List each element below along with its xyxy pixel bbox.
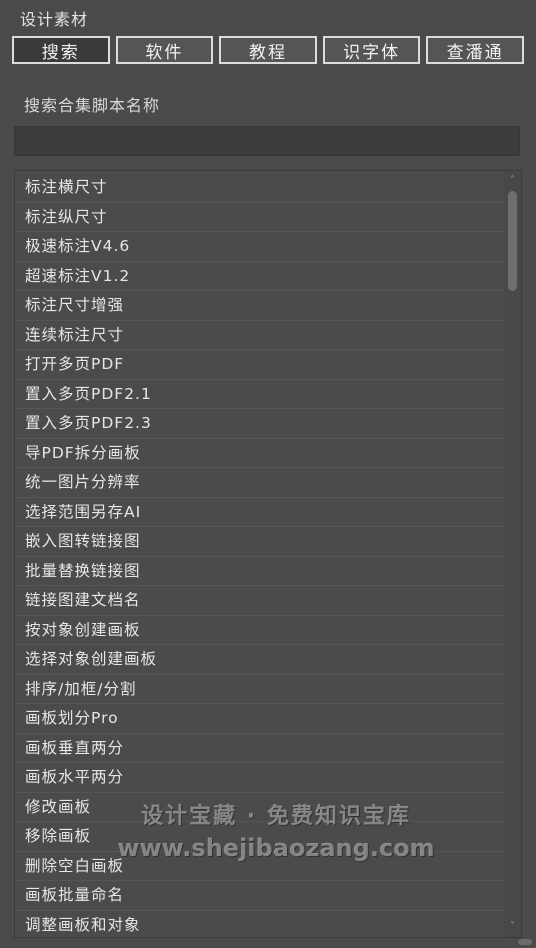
list-item[interactable]: 打开多页PDF [15, 350, 505, 380]
list-item[interactable]: 按对象创建画板 [15, 616, 505, 645]
list-item[interactable]: 选择范围另存AI [15, 498, 505, 527]
tab-identify-font[interactable]: 识字体 [322, 36, 421, 64]
resize-grip[interactable] [518, 939, 532, 945]
list-item[interactable]: 链接图建文档名 [15, 586, 505, 616]
list-item[interactable]: 统一图片分辨率 [15, 468, 505, 498]
list-item[interactable]: 标注横尺寸 [15, 173, 505, 203]
scroll-thumb[interactable] [508, 191, 517, 291]
list-item[interactable]: 移除画板 [15, 822, 505, 852]
list-item[interactable]: 极速标注V4.6 [15, 232, 505, 262]
list-item[interactable]: 修改画板 [15, 793, 505, 822]
script-list[interactable]: 标注横尺寸 标注纵尺寸 极速标注V4.6 超速标注V1.2 标注尺寸增强 连续标注尺寸 打开… [14, 170, 522, 938]
tab-search[interactable]: 搜索 [12, 36, 110, 64]
section-title: 设计素材 [20, 10, 89, 29]
list-item[interactable]: 删除空白画板 [15, 852, 505, 881]
script-panel: 设计素材 搜索 软件 教程 识字体 查潘通 搜索合集脚本名称 标注横尺寸 标注纵尺… [0, 0, 536, 948]
list-item[interactable]: 调整画板和对象 [15, 911, 505, 938]
list-item[interactable]: 批量替换链接图 [15, 557, 505, 586]
list-item[interactable]: 画板垂直两分 [15, 734, 505, 763]
tab-tutorial[interactable]: 教程 [219, 36, 317, 64]
list-item[interactable]: 连续标注尺寸 [15, 321, 505, 350]
list-item[interactable]: 置入多页PDF2.1 [15, 380, 505, 409]
list-item[interactable]: 选择对象创建画板 [15, 645, 505, 675]
list-item[interactable]: 超速标注V1.2 [15, 262, 505, 291]
list-item[interactable]: 画板划分Pro [15, 704, 505, 734]
search-label: 搜索合集脚本名称 [24, 96, 161, 115]
list-item[interactable]: 排序/加框/分割 [15, 675, 505, 704]
script-list-items: 标注横尺寸 标注纵尺寸 极速标注V4.6 超速标注V1.2 标注尺寸增强 连续标注尺寸 打开… [15, 173, 505, 938]
chevron-up-icon[interactable]: ˄ [504, 173, 521, 189]
tab-bar: 搜索 软件 教程 识字体 查潘通 [12, 36, 524, 64]
search-input[interactable] [14, 126, 520, 156]
scrollbar[interactable]: ˄ ˅ [504, 171, 521, 937]
list-item[interactable]: 嵌入图转链接图 [15, 527, 505, 557]
list-item[interactable]: 标注尺寸增强 [15, 291, 505, 321]
chevron-down-icon[interactable]: ˅ [504, 919, 521, 935]
list-item[interactable]: 画板水平两分 [15, 763, 505, 793]
tab-pantone[interactable]: 查潘通 [426, 36, 524, 64]
list-item[interactable]: 置入多页PDF2.3 [15, 409, 505, 439]
list-item[interactable]: 画板批量命名 [15, 881, 505, 911]
tab-software[interactable]: 软件 [115, 36, 214, 64]
list-item[interactable]: 标注纵尺寸 [15, 203, 505, 232]
list-item[interactable]: 导PDF拆分画板 [15, 439, 505, 468]
